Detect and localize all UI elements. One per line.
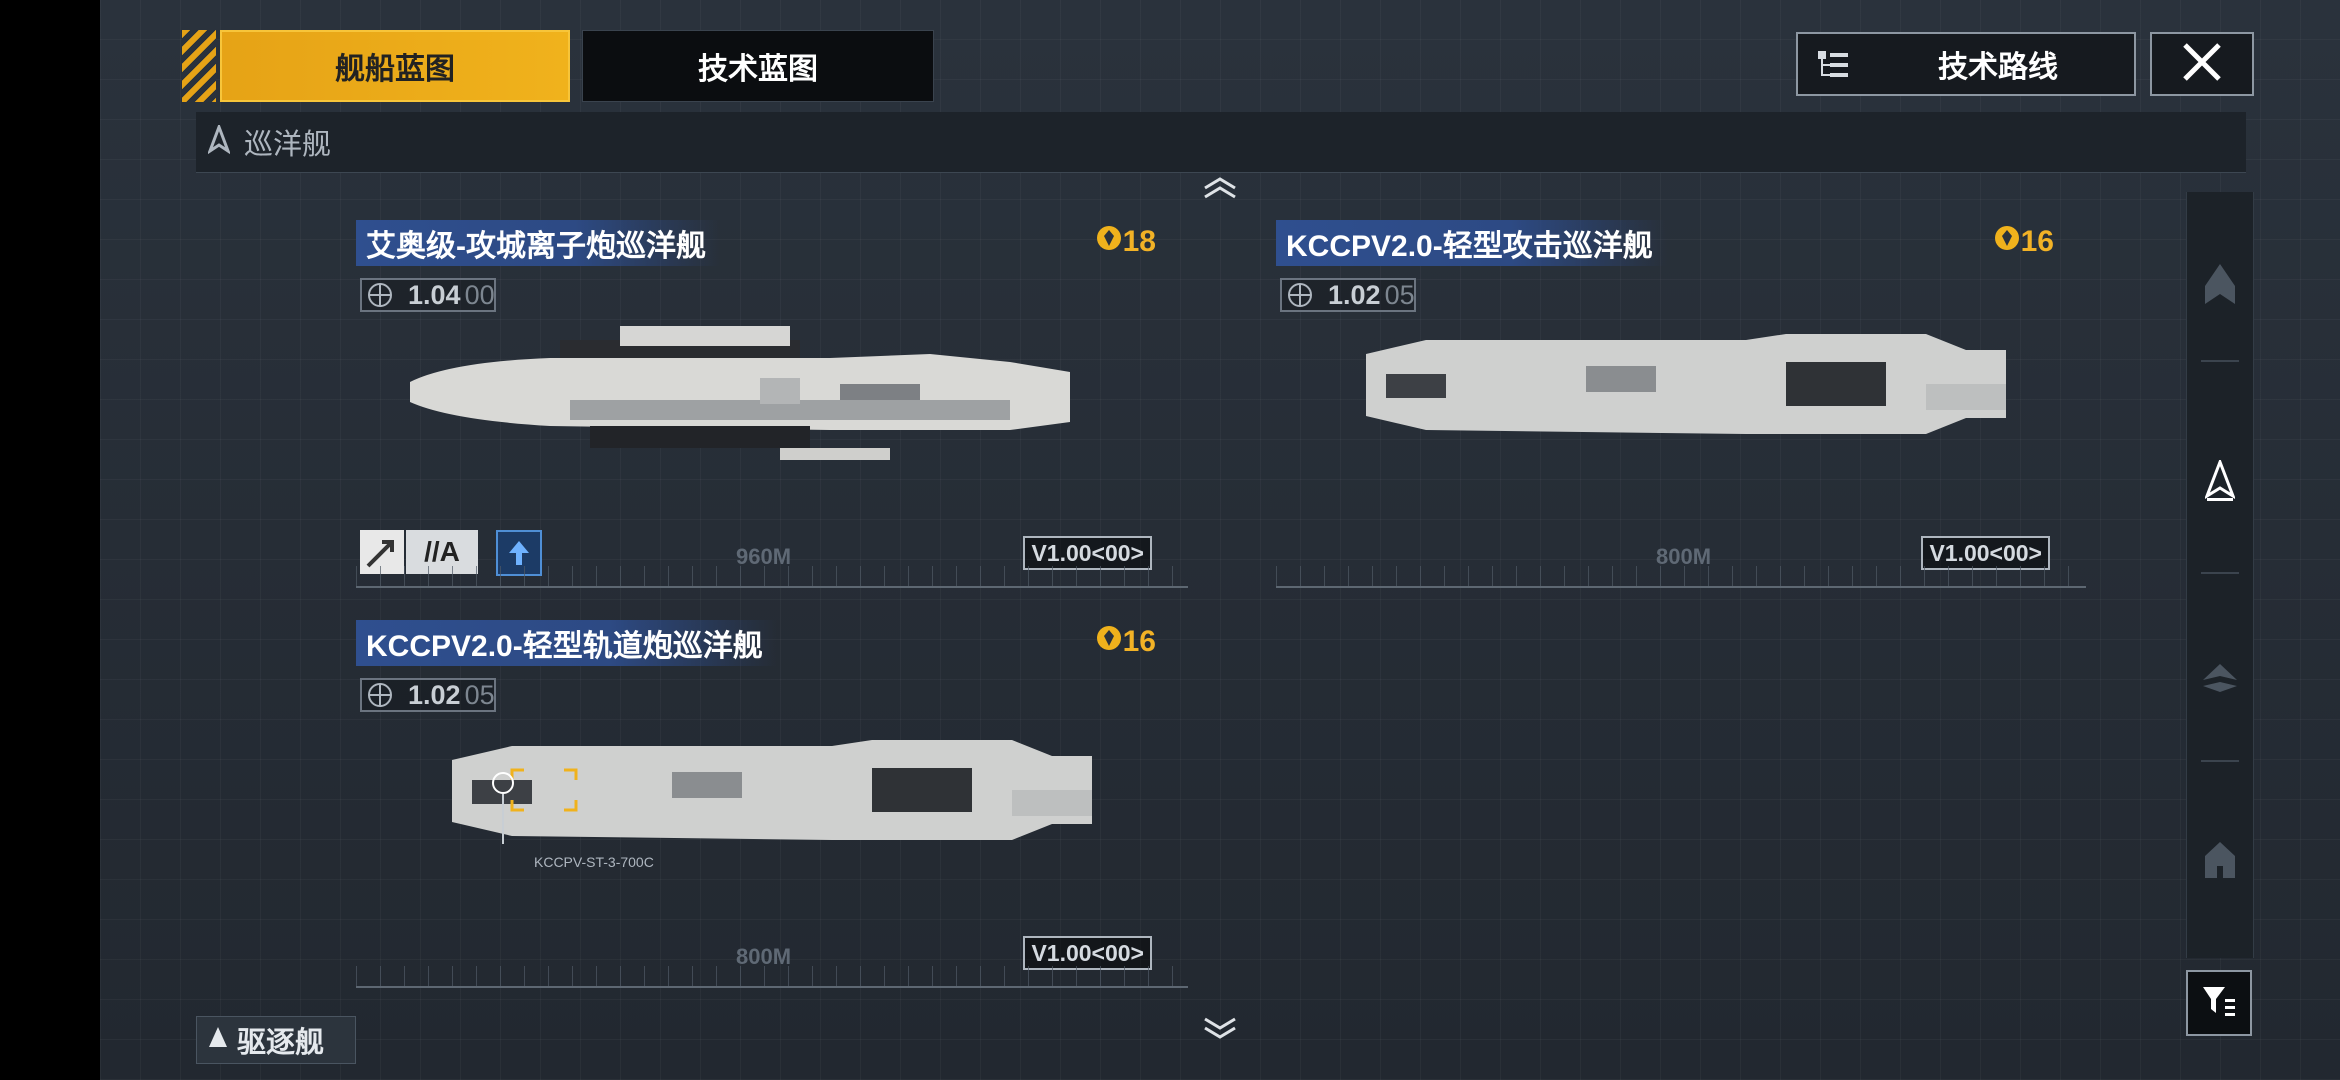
close-button[interactable] <box>2150 32 2254 96</box>
scale-ruler <box>1276 566 2086 586</box>
ship-card[interactable]: 艾奥级-攻城离子炮巡洋舰 18 1.04 00 //A 960M V1.00<0… <box>356 182 1188 588</box>
frigate-category-icon[interactable] <box>2203 840 2237 885</box>
version-major: 1.04 <box>408 279 461 310</box>
tech-route-button[interactable]: 技术路线 <box>1796 32 2136 96</box>
tab-tech-blueprint[interactable]: 技术蓝图 <box>582 30 934 102</box>
ship-card[interactable]: KCCPV2.0-轻型轨道炮巡洋舰 16 1.02 05 KCCPV-ST-3-… <box>356 582 1188 988</box>
filter-button[interactable] <box>2186 970 2252 1036</box>
tab-ship-blueprint[interactable]: 舰船蓝图 <box>220 30 570 102</box>
ship-cost-value: 18 <box>1122 225 1156 258</box>
ship-name: 艾奥级-攻城离子炮巡洋舰 <box>356 220 720 266</box>
ship-build: V1.00<00> <box>1023 936 1152 970</box>
next-category-label: 驱逐舰 <box>237 1027 325 1059</box>
ship-cost-value: 16 <box>1122 625 1156 658</box>
globe-icon <box>1286 282 1314 313</box>
destroyer-icon <box>207 1025 229 1056</box>
card-baseline <box>356 986 1188 988</box>
gear-badge-icon <box>1095 624 1123 660</box>
category-header: 巡洋舰 <box>196 112 2246 173</box>
category-rail <box>2186 192 2254 958</box>
ship-cost: 16 <box>1095 624 1156 660</box>
blueprint-screen: 舰船蓝图 技术蓝图 技术路线 巡洋舰 艾奥级-攻城离子炮巡洋舰 18 1.04 … <box>100 0 2340 1080</box>
gear-badge-icon <box>1993 224 2021 260</box>
version-minor: 00 <box>464 279 495 310</box>
tech-route-label: 技术路线 <box>1938 51 2058 84</box>
scale-ruler <box>356 966 1188 986</box>
ship-cost: 16 <box>1993 224 2054 260</box>
version-major: 1.02 <box>408 679 461 710</box>
chevron-down-icon[interactable] <box>1202 1016 1238 1045</box>
ship-name: KCCPV2.0-轻型轨道炮巡洋舰 <box>356 620 777 666</box>
ship-cost-value: 16 <box>2020 225 2054 258</box>
part-label: KCCPV-ST-3-700C <box>534 854 654 870</box>
card-baseline <box>1276 586 2086 588</box>
globe-icon <box>366 682 394 713</box>
ship-model-image <box>410 326 1070 460</box>
ship-cost: 18 <box>1095 224 1156 260</box>
tab-accent-stripe <box>182 30 216 102</box>
battleship-category-icon[interactable] <box>2203 262 2237 311</box>
hardpoint-marker[interactable] <box>492 772 514 794</box>
gear-badge-icon <box>1095 224 1123 260</box>
category-label: 巡洋舰 <box>244 129 332 161</box>
ship-version: 1.02 05 <box>360 678 496 712</box>
ship-model-image <box>1366 334 2006 434</box>
ship-version: 1.02 05 <box>1280 278 1416 312</box>
ship-build: V1.00<00> <box>1023 536 1152 570</box>
marker-line <box>502 794 504 844</box>
version-major: 1.02 <box>1328 279 1381 310</box>
version-minor: 05 <box>1384 279 1415 310</box>
close-icon <box>2180 40 2224 89</box>
cruiser-icon <box>206 122 232 160</box>
ship-card[interactable]: KCCPV2.0-轻型攻击巡洋舰 16 1.02 05 800M V1.00<0… <box>1276 182 2086 588</box>
ship-model-image <box>452 740 1092 840</box>
ship-build: V1.00<00> <box>1921 536 2050 570</box>
ship-version: 1.04 00 <box>360 278 496 312</box>
version-minor: 05 <box>464 679 495 710</box>
chevron-up-icon[interactable] <box>1202 176 1238 205</box>
next-category-button[interactable]: 驱逐舰 <box>196 1016 356 1064</box>
globe-icon <box>366 282 394 313</box>
ship-name: KCCPV2.0-轻型攻击巡洋舰 <box>1276 220 1667 266</box>
cruiser-category-icon[interactable] <box>2204 457 2236 507</box>
filter-icon <box>2201 983 2237 1024</box>
tech-tree-icon <box>1816 48 1850 87</box>
destroyer-category-icon[interactable] <box>2201 662 2239 699</box>
